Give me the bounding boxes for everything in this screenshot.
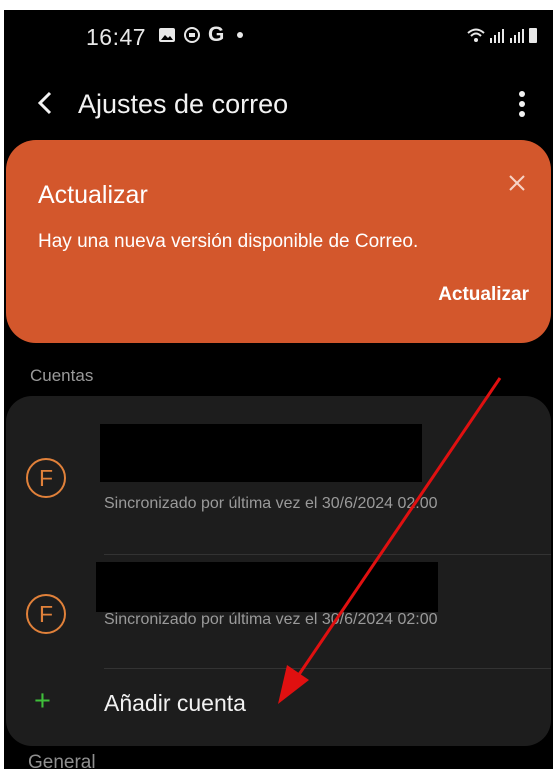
accounts-section-label: Cuentas: [30, 366, 94, 385]
status-time: 16:47: [86, 24, 147, 50]
gallery-icon: [159, 28, 175, 42]
account-item-2[interactable]: F Sincronizado por última vez el 30/6/20…: [6, 556, 551, 686]
system-icons: [467, 27, 537, 43]
update-button[interactable]: Actualizar: [438, 284, 529, 306]
signal-icon: [490, 29, 504, 43]
account-avatar: F: [26, 458, 66, 498]
notification-dot-icon: [237, 32, 244, 38]
signal-2-icon: [510, 29, 524, 43]
more-vert-icon[interactable]: [517, 90, 527, 118]
banner-title: Actualizar: [38, 181, 148, 209]
app-bar: Ajustes de correo: [4, 72, 553, 138]
phone-screen: 16:47 G Ajustes de correo Actualizar Hay…: [4, 10, 553, 769]
account-sync-status: Sincronizado por última vez el 30/6/2024…: [104, 611, 438, 628]
close-icon[interactable]: [507, 173, 527, 193]
accounts-card: F Sincronizado por última vez el 30/6/20…: [6, 396, 551, 746]
divider: [104, 554, 551, 555]
battery-icon: [529, 28, 537, 43]
redacted-account-name: [100, 424, 422, 482]
wifi-icon: [467, 28, 485, 42]
update-banner: Actualizar Hay una nueva versión disponi…: [6, 140, 551, 343]
status-bar: 16:47 G: [4, 10, 553, 72]
account-avatar: F: [26, 594, 66, 634]
add-account-button[interactable]: + Añadir cuenta: [6, 672, 551, 732]
page-title: Ajustes de correo: [78, 89, 289, 119]
back-arrow-icon[interactable]: [34, 88, 56, 118]
general-section-label: General: [28, 752, 96, 769]
add-account-label: Añadir cuenta: [104, 690, 246, 716]
banner-message: Hay una nueva versión disponible de Corr…: [38, 231, 419, 252]
chat-icon: [184, 27, 200, 43]
redacted-account-name: [96, 562, 438, 612]
notification-icons: G: [158, 23, 244, 46]
divider: [104, 668, 551, 669]
account-sync-status: Sincronizado por última vez el 30/6/2024…: [104, 495, 438, 512]
plus-icon: +: [34, 685, 51, 717]
account-item-1[interactable]: F Sincronizado por última vez el 30/6/20…: [6, 410, 551, 540]
google-icon: G: [208, 23, 225, 46]
